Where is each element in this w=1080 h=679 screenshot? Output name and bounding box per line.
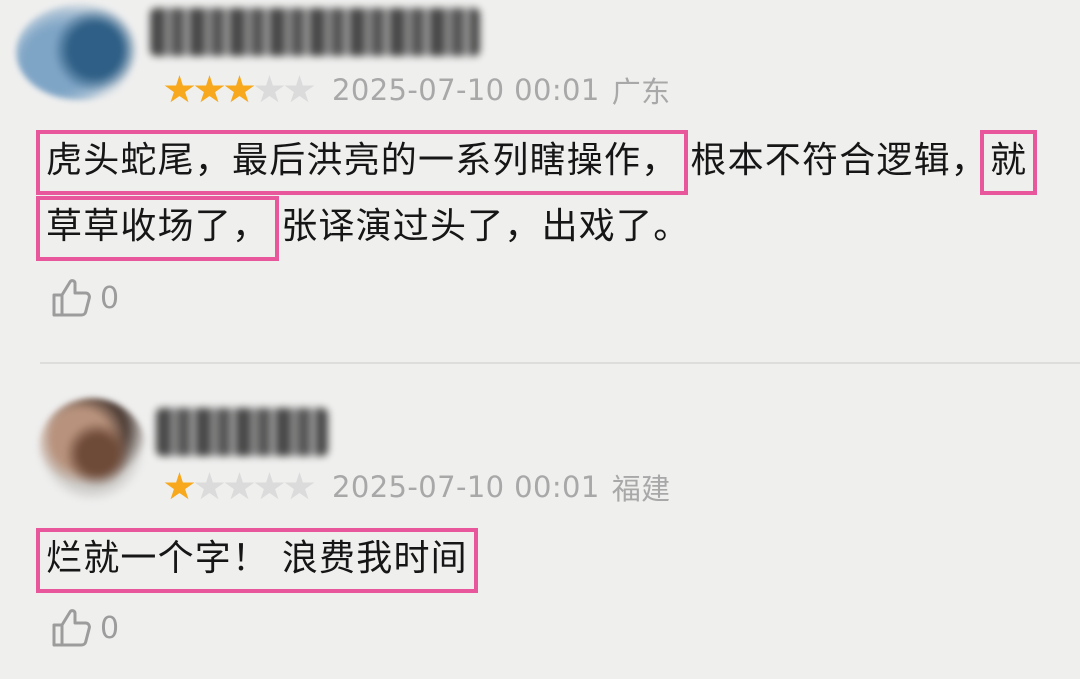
star-empty-icon	[194, 472, 225, 500]
username-blurred[interactable]	[156, 408, 328, 456]
star-filled-icon	[164, 472, 195, 500]
comment-region: 广东	[611, 75, 671, 109]
thumbs-up-icon	[52, 609, 91, 647]
comment-text: 烂就一个字！ 浪费我时间	[36, 526, 1064, 593]
comment-meta: 2025-07-10 00:01 广东	[164, 73, 671, 109]
like-count: 0	[100, 610, 120, 646]
avatar[interactable]	[38, 398, 146, 500]
comment-meta: 2025-07-10 00:01 福建	[164, 470, 671, 506]
star-empty-icon	[254, 472, 285, 500]
thumbs-up-icon	[52, 279, 91, 317]
star-filled-icon	[224, 75, 255, 103]
highlighted-text: 虎头蛇尾，最后洪亮的一系列瞎操作，	[36, 130, 689, 195]
star-empty-icon	[224, 472, 255, 500]
like-count: 0	[100, 280, 120, 316]
star-empty-icon	[284, 75, 315, 103]
comment-item: 2025-07-10 00:01 广东 虎头蛇尾，最后洪亮的一系列瞎操作， 根本不…	[0, 0, 1080, 360]
comment-text-segment: 根本不符合逻辑，	[690, 140, 989, 181]
comment-date: 2025-07-10 00:01	[332, 470, 600, 504]
like-button[interactable]: 0	[50, 276, 119, 320]
username-blurred[interactable]	[150, 8, 480, 56]
highlighted-text: 烂就一个字！ 浪费我时间	[36, 528, 478, 593]
comment-text-segment: 张译演过头了，出戏了。	[281, 206, 691, 247]
comment-date: 2025-07-10 00:01	[332, 73, 600, 107]
like-button[interactable]: 0	[50, 606, 119, 650]
avatar[interactable]	[16, 4, 144, 100]
star-filled-icon	[194, 75, 225, 103]
comment-region: 福建	[611, 472, 671, 506]
star-rating	[164, 75, 315, 105]
star-rating	[164, 472, 315, 502]
comment-text: 虎头蛇尾，最后洪亮的一系列瞎操作， 根本不符合逻辑，就草草收场了， 张译演过头了，出…	[36, 128, 1064, 261]
star-empty-icon	[254, 75, 285, 103]
star-filled-icon	[164, 75, 195, 103]
comments-page: 2025-07-10 00:01 广东 虎头蛇尾，最后洪亮的一系列瞎操作， 根本不…	[0, 0, 1080, 679]
star-empty-icon	[284, 472, 315, 500]
